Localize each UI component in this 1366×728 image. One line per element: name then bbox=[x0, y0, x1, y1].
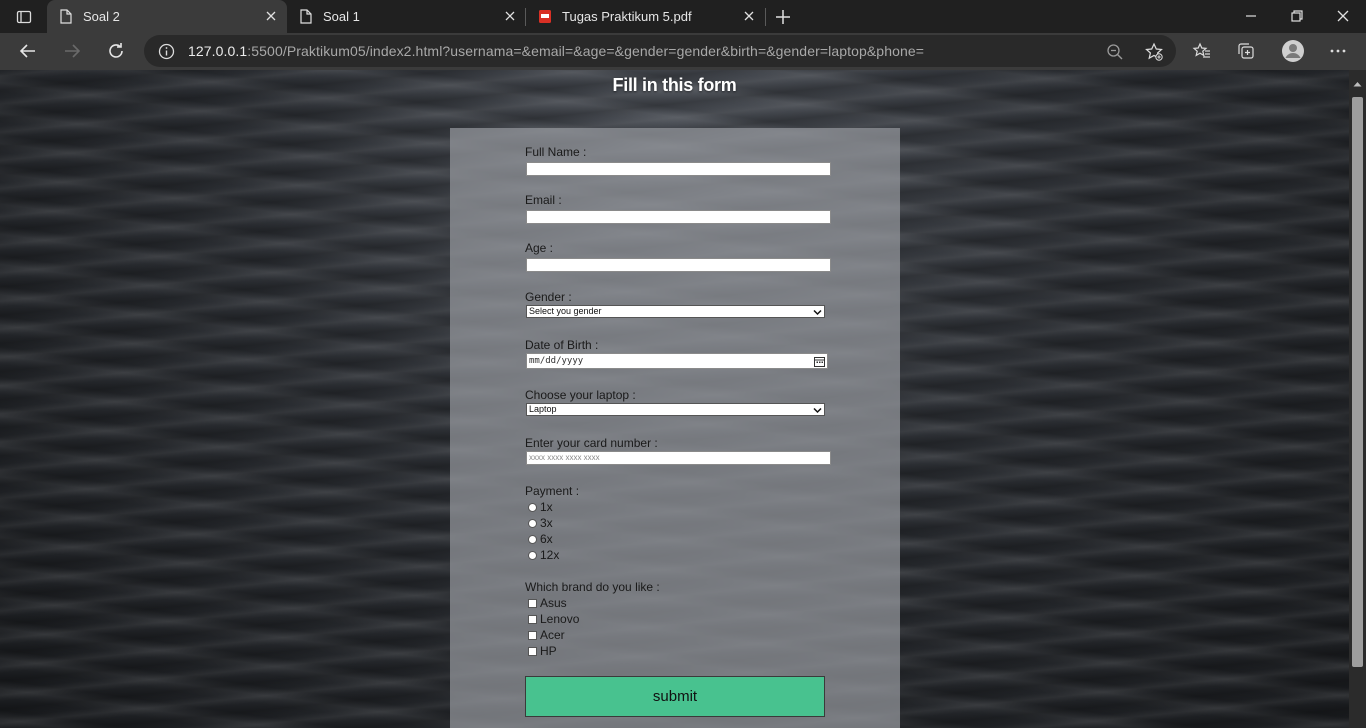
browser-toolbar: 127.0.0.1:5500/Praktikum05/index2.html?u… bbox=[0, 33, 1366, 70]
scrollbar-thumb[interactable] bbox=[1352, 97, 1363, 667]
payment-option-label: 6x bbox=[540, 532, 553, 546]
payment-option[interactable]: 1x bbox=[528, 499, 553, 515]
close-icon[interactable] bbox=[264, 9, 278, 23]
payment-option[interactable]: 12x bbox=[528, 547, 559, 563]
site-info-icon[interactable] bbox=[158, 43, 175, 60]
calendar-icon[interactable] bbox=[814, 356, 825, 367]
card-field: Enter your card number : xxxx xxxx xxxx … bbox=[525, 435, 831, 465]
url-host: 127.0.0.1 bbox=[188, 43, 248, 59]
submit-button[interactable]: submit bbox=[525, 676, 825, 717]
payment-option-label: 1x bbox=[540, 500, 553, 514]
tab-title: Tugas Praktikum 5.pdf bbox=[562, 9, 692, 24]
address-bar[interactable]: 127.0.0.1:5500/Praktikum05/index2.html?u… bbox=[144, 35, 1176, 67]
reload-icon[interactable] bbox=[106, 41, 126, 61]
age-input[interactable] bbox=[526, 258, 831, 272]
payment-field: Payment : 1x 3x 6x 12x bbox=[525, 483, 580, 562]
form-panel: Full Name : Email : Age : Gender : Selec… bbox=[450, 128, 900, 728]
birth-field: Date of Birth : mm/dd/yyyy bbox=[525, 337, 828, 369]
radio-button[interactable] bbox=[528, 502, 537, 512]
payment-option[interactable]: 6x bbox=[528, 531, 553, 547]
brand-option[interactable]: HP bbox=[528, 643, 557, 659]
laptop-select-value: Laptop bbox=[529, 404, 557, 414]
minimize-icon[interactable] bbox=[1243, 8, 1259, 24]
window-close-icon[interactable] bbox=[1335, 8, 1351, 24]
page-icon bbox=[299, 9, 313, 24]
laptop-field: Choose your laptop : Laptop bbox=[525, 387, 825, 416]
birth-label: Date of Birth : bbox=[525, 338, 599, 352]
collections-icon[interactable] bbox=[1236, 41, 1256, 61]
payment-option-label: 12x bbox=[540, 548, 560, 562]
url-text[interactable]: 127.0.0.1:5500/Praktikum05/index2.html?u… bbox=[188, 43, 924, 59]
more-options-icon[interactable] bbox=[1328, 41, 1348, 61]
card-placeholder: xxxx xxxx xxxx xxxx bbox=[529, 453, 600, 462]
chevron-down-icon bbox=[813, 406, 822, 414]
tab-soal-1[interactable]: Soal 1 bbox=[287, 0, 525, 33]
brand-option[interactable]: Acer bbox=[528, 627, 565, 643]
add-favorite-icon[interactable] bbox=[1144, 42, 1164, 62]
email-input[interactable] bbox=[526, 210, 831, 224]
age-label: Age : bbox=[525, 241, 554, 255]
birth-date-input[interactable]: mm/dd/yyyy bbox=[526, 353, 828, 369]
payment-label: Payment : bbox=[525, 484, 580, 498]
fullname-field: Full Name : bbox=[525, 144, 831, 176]
page-scrollbar[interactable] bbox=[1349, 70, 1366, 728]
page-viewport: Fill in this form Full Name : Email : Ag… bbox=[0, 70, 1349, 728]
email-label: Email : bbox=[525, 193, 562, 207]
gender-label: Gender : bbox=[525, 290, 572, 304]
fullname-label: Full Name : bbox=[525, 145, 587, 159]
tab-title: Soal 2 bbox=[83, 9, 120, 24]
close-icon[interactable] bbox=[503, 9, 517, 23]
zoom-out-icon[interactable] bbox=[1106, 43, 1124, 61]
laptop-select[interactable]: Laptop bbox=[526, 403, 825, 416]
restore-icon[interactable] bbox=[1289, 8, 1305, 24]
card-number-input[interactable]: xxxx xxxx xxxx xxxx bbox=[526, 451, 831, 465]
tab-pdf[interactable]: Tugas Praktikum 5.pdf bbox=[526, 0, 764, 33]
checkbox[interactable] bbox=[528, 598, 537, 608]
gender-select[interactable]: Select you gender bbox=[526, 305, 825, 318]
brand-option[interactable]: Asus bbox=[528, 595, 567, 611]
birth-placeholder: mm/dd/yyyy bbox=[529, 356, 584, 366]
page-title: Fill in this form bbox=[612, 75, 737, 95]
brand-option-label: Acer bbox=[540, 628, 565, 642]
fullname-input[interactable] bbox=[526, 162, 831, 176]
gender-select-value: Select you gender bbox=[529, 306, 602, 316]
brand-label: Which brand do you like : bbox=[525, 580, 660, 594]
chevron-down-icon bbox=[813, 308, 822, 316]
payment-option[interactable]: 3x bbox=[528, 515, 553, 531]
age-field: Age : bbox=[525, 240, 831, 272]
favorites-icon[interactable] bbox=[1192, 41, 1212, 61]
url-path: :5500/Praktikum05/index2.html?usernama=&… bbox=[247, 43, 925, 59]
profile-avatar-icon[interactable] bbox=[1281, 39, 1305, 63]
checkbox[interactable] bbox=[528, 646, 537, 656]
checkbox[interactable] bbox=[528, 614, 537, 624]
card-label: Enter your card number : bbox=[525, 436, 658, 450]
radio-button[interactable] bbox=[528, 550, 537, 560]
tab-actions-icon[interactable] bbox=[10, 7, 38, 27]
brand-option-label: Lenovo bbox=[540, 612, 580, 626]
tab-separator bbox=[765, 8, 766, 26]
checkbox[interactable] bbox=[528, 630, 537, 640]
brand-option-label: HP bbox=[540, 644, 557, 658]
scroll-up-arrow-icon[interactable] bbox=[1353, 74, 1362, 87]
radio-button[interactable] bbox=[528, 518, 537, 528]
tab-title: Soal 1 bbox=[323, 9, 360, 24]
back-icon[interactable] bbox=[18, 41, 38, 61]
payment-option-label: 3x bbox=[540, 516, 553, 530]
laptop-label: Choose your laptop : bbox=[525, 388, 636, 402]
tab-strip: Soal 2 Soal 1 Tugas Praktikum 5.pdf bbox=[0, 0, 1366, 33]
radio-button[interactable] bbox=[528, 534, 537, 544]
brand-field: Which brand do you like : Asus Lenovo Ac… bbox=[525, 579, 660, 658]
email-field: Email : bbox=[525, 192, 831, 224]
pdf-icon bbox=[538, 9, 552, 24]
page-icon bbox=[59, 9, 73, 24]
new-tab-icon[interactable] bbox=[772, 6, 794, 28]
brand-option[interactable]: Lenovo bbox=[528, 611, 579, 627]
tab-soal-2[interactable]: Soal 2 bbox=[47, 0, 287, 33]
gender-field: Gender : Select you gender bbox=[525, 289, 825, 318]
brand-option-label: Asus bbox=[540, 596, 567, 610]
forward-icon[interactable] bbox=[62, 41, 82, 61]
close-icon[interactable] bbox=[742, 9, 756, 23]
